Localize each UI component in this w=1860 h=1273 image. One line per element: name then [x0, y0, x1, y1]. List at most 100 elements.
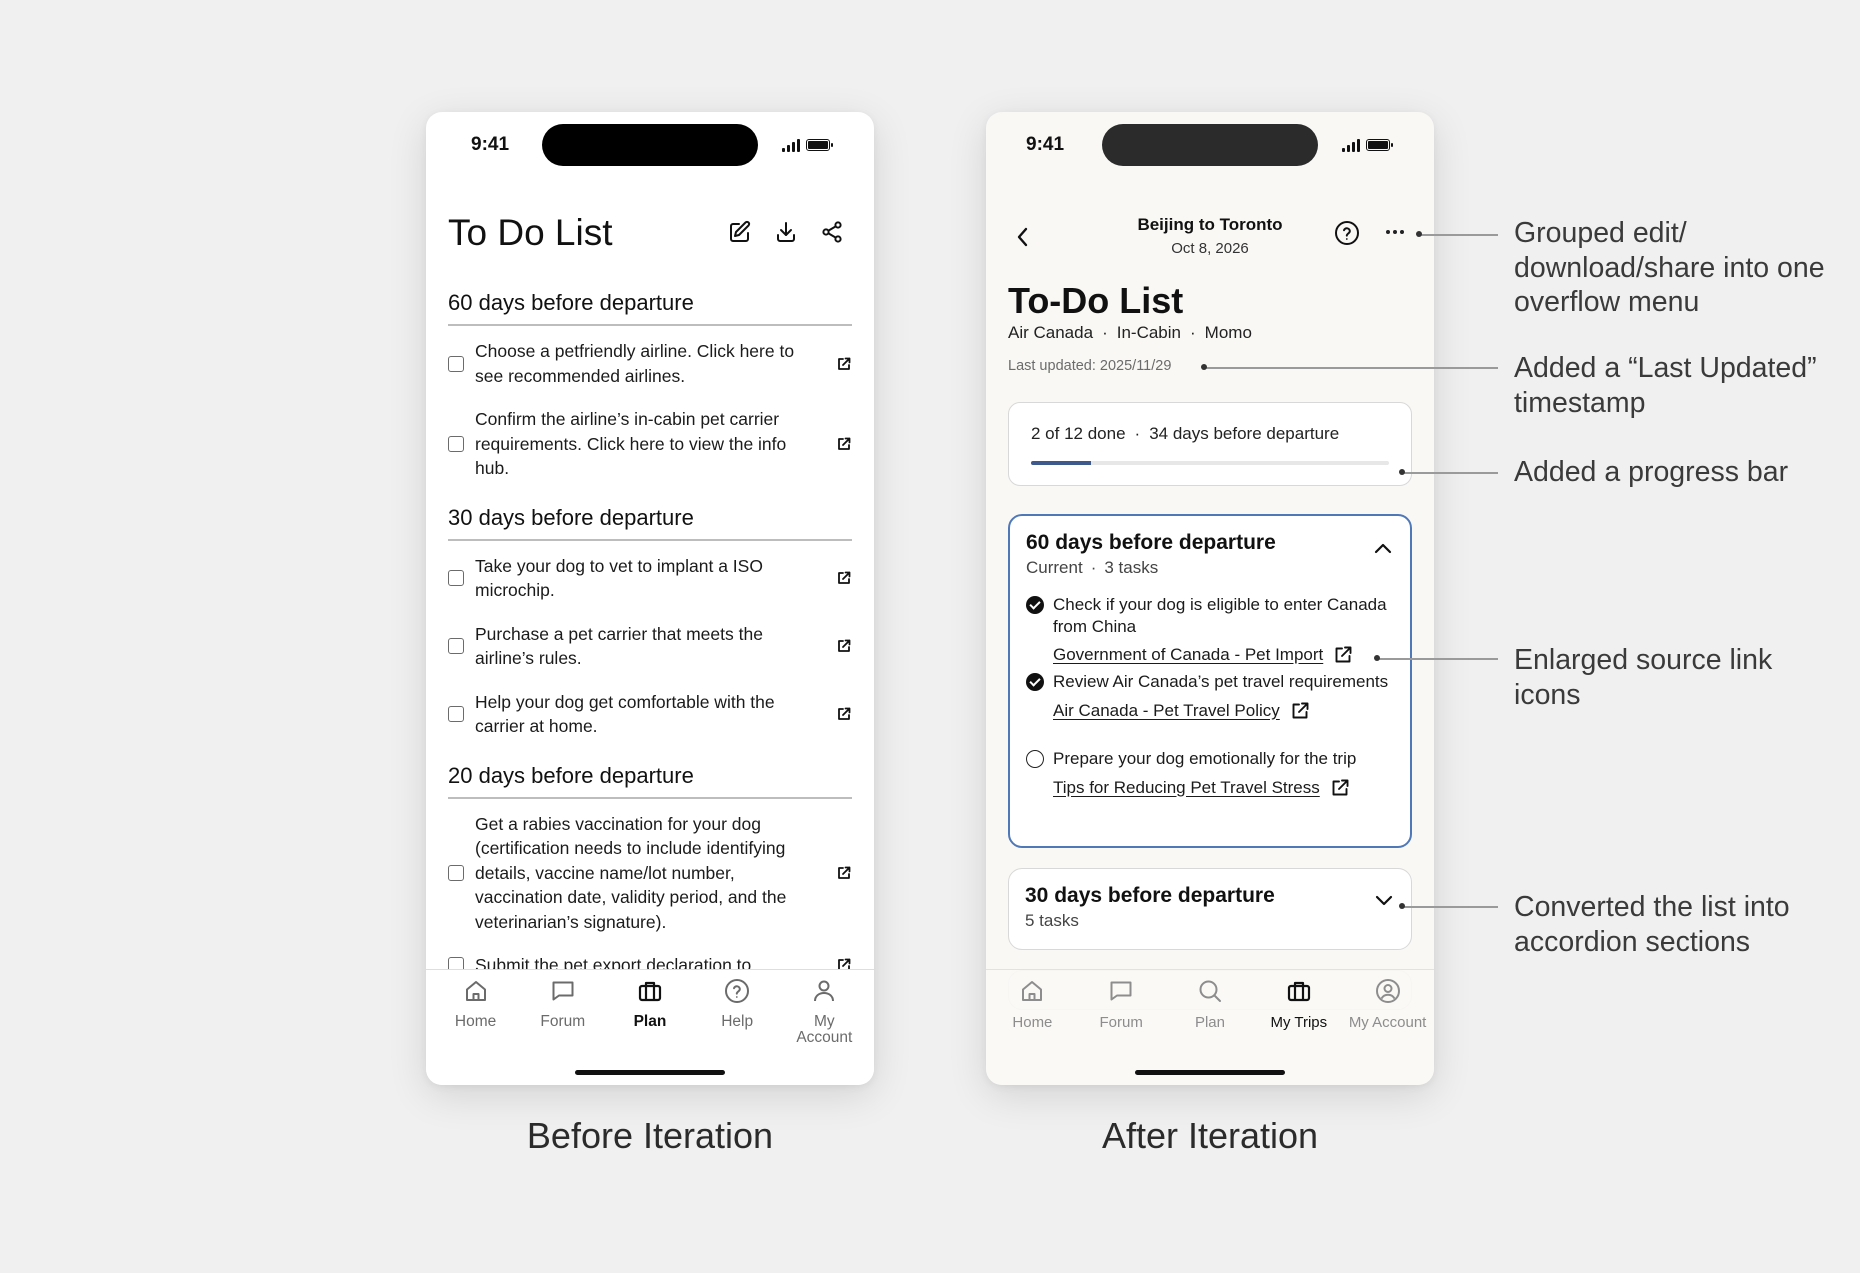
tab-label: Forum	[1099, 1014, 1143, 1031]
task-text: Check if your dog is eligible to enter C…	[1053, 595, 1387, 636]
task-text: Help your dog get comfortable with the c…	[475, 691, 775, 737]
meta-separator: ·	[1190, 323, 1196, 342]
download-icon[interactable]	[774, 220, 798, 244]
tab-home[interactable]: Home	[436, 978, 516, 1046]
after-phone-screen: 9:41 Beijing to Toronto Oct 8, 2026 To-D…	[986, 112, 1434, 1085]
task-checkbox[interactable]	[448, 864, 464, 881]
tab-forum[interactable]: Forum	[523, 978, 603, 1046]
external-link-icon[interactable]	[1290, 701, 1310, 721]
external-link-icon[interactable]	[828, 436, 852, 452]
meta-separator: ·	[1102, 323, 1108, 342]
tab-home[interactable]: Home	[988, 978, 1077, 1031]
task-checkbox[interactable]	[448, 706, 464, 722]
task-row: Purchase a pet carrier that meets the ai…	[448, 609, 852, 677]
tab-my-account[interactable]: My Account	[1343, 978, 1432, 1031]
task-text: Take your dog to vet to implant a ISO mi…	[475, 555, 763, 601]
progress-bar	[1031, 461, 1389, 465]
external-link-icon[interactable]	[828, 638, 852, 654]
external-link-icon[interactable]	[828, 356, 852, 372]
progress-card: 2 of 12 done · 34 days before departure	[1008, 402, 1412, 486]
tab-plan[interactable]: Plan	[610, 978, 690, 1046]
status-icons	[782, 138, 833, 152]
tab-my-account[interactable]: My Account	[784, 978, 864, 1046]
task-row: Get a rabies vaccination for your dog (c…	[448, 799, 852, 941]
checked-circle-icon[interactable]	[1026, 673, 1044, 691]
external-link-icon[interactable]	[1333, 645, 1353, 665]
annotation-source-link-icons: Enlarged source link icons	[1514, 644, 1773, 711]
task-row: Help your dog get comfortable with the c…	[448, 677, 852, 745]
progress-separator: ·	[1134, 424, 1141, 443]
tab-label: Plan	[633, 1013, 667, 1030]
source-link-text[interactable]: Air Canada - Pet Travel Policy	[1053, 701, 1280, 721]
edit-icon[interactable]	[728, 220, 752, 244]
tab-label: My Trips	[1270, 1014, 1328, 1031]
more-options-icon[interactable]	[1386, 230, 1404, 234]
briefcase-icon	[637, 978, 663, 1004]
source-link-text[interactable]: Government of Canada - Pet Import	[1053, 645, 1323, 665]
task-row: Choose a petfriendly airline. Click here…	[448, 326, 852, 394]
battery-icon	[806, 139, 833, 151]
bottom-tab-bar: Home Forum Plan My Trips My Account	[986, 969, 1434, 1085]
task-item: Check if your dog is eligible to enter C…	[1026, 594, 1398, 665]
section-status: Current	[1026, 558, 1083, 577]
task-checkbox[interactable]	[448, 638, 464, 654]
header-actions	[728, 220, 844, 244]
external-link-icon[interactable]	[828, 865, 852, 881]
tab-my-trips[interactable]: My Trips	[1254, 978, 1343, 1031]
checked-circle-icon[interactable]	[1026, 596, 1044, 614]
unchecked-circle-icon[interactable]	[1026, 750, 1044, 768]
source-link[interactable]: Air Canada - Pet Travel Policy	[1053, 701, 1398, 721]
page-title: To Do List	[448, 212, 613, 253]
help-icon[interactable]	[1334, 220, 1360, 246]
share-icon[interactable]	[820, 220, 844, 244]
annotation-overflow-menu: Grouped edit/ download/share into one ov…	[1514, 217, 1825, 318]
external-link-icon[interactable]	[828, 570, 852, 586]
external-link-icon[interactable]	[1330, 778, 1350, 798]
annotation-leader-line	[1402, 906, 1498, 908]
accordion-subtitle: Current · 3 tasks	[1026, 558, 1158, 578]
tab-plan[interactable]: Plan	[1166, 978, 1255, 1031]
task-item: Prepare your dog emotionally for the tri…	[1026, 748, 1398, 798]
home-icon	[1019, 978, 1045, 1004]
tab-help[interactable]: Help	[697, 978, 777, 1046]
source-link[interactable]: Tips for Reducing Pet Travel Stress	[1053, 778, 1398, 798]
task-checkbox[interactable]	[448, 355, 464, 372]
signal-icon	[1342, 138, 1360, 152]
todo-section: 20 days before departure Get a rabies vac…	[448, 753, 852, 984]
search-icon	[1197, 978, 1223, 1004]
tab-label: Forum	[540, 1013, 586, 1030]
section-task-count: 3 tasks	[1104, 558, 1159, 577]
tab-label: Plan	[1194, 1014, 1225, 1031]
progress-days-text: 34 days before departure	[1149, 424, 1340, 443]
todo-section: 60 days before departure Choose a petfrie…	[448, 280, 852, 487]
home-indicator	[1135, 1070, 1285, 1075]
annotation-dot	[1374, 655, 1380, 661]
before-phone-screen: 9:41 To Do List 60 days before departure…	[426, 112, 874, 1085]
todo-list[interactable]: 60 days before departure Choose a petfrie…	[448, 280, 852, 1085]
status-time: 9:41	[1026, 134, 1065, 155]
task-text: Review Air Canada’s pet travel requireme…	[1053, 672, 1389, 691]
chevron-down-icon[interactable]	[1375, 895, 1393, 907]
task-checkbox[interactable]	[448, 435, 464, 452]
accordion-title: 60 days before departure	[1026, 531, 1276, 554]
annotation-leader-line	[1402, 472, 1498, 474]
help-icon	[724, 978, 750, 1004]
task-checkbox[interactable]	[448, 570, 464, 586]
annotation-accordion: Converted the list into accordion sectio…	[1514, 891, 1790, 958]
external-link-icon[interactable]	[828, 706, 852, 722]
chevron-up-icon[interactable]	[1374, 542, 1392, 554]
trip-meta: Air Canada · In-Cabin · Momo	[1008, 323, 1252, 343]
trip-header: Beijing to Toronto Oct 8, 2026	[986, 212, 1434, 268]
source-link[interactable]: Government of Canada - Pet Import	[1053, 645, 1398, 665]
source-link-text[interactable]: Tips for Reducing Pet Travel Stress	[1053, 778, 1320, 798]
progress-bar-fill	[1031, 461, 1091, 465]
task-text: Get a rabies vaccination for your dog (c…	[475, 813, 787, 932]
status-icons	[1342, 138, 1393, 152]
accordion-section-60-days[interactable]: 60 days before departure Current · 3 tas…	[1008, 514, 1412, 848]
battery-icon	[1366, 139, 1393, 151]
tab-forum[interactable]: Forum	[1077, 978, 1166, 1031]
accordion-section-30-days[interactable]: 30 days before departure 5 tasks	[1008, 868, 1412, 950]
tab-label: My Account	[796, 1013, 853, 1046]
task-row: Review Air Canada’s pet travel requireme…	[1026, 671, 1398, 693]
task-row: Confirm the airline’s in-cabin pet carri…	[448, 394, 852, 487]
